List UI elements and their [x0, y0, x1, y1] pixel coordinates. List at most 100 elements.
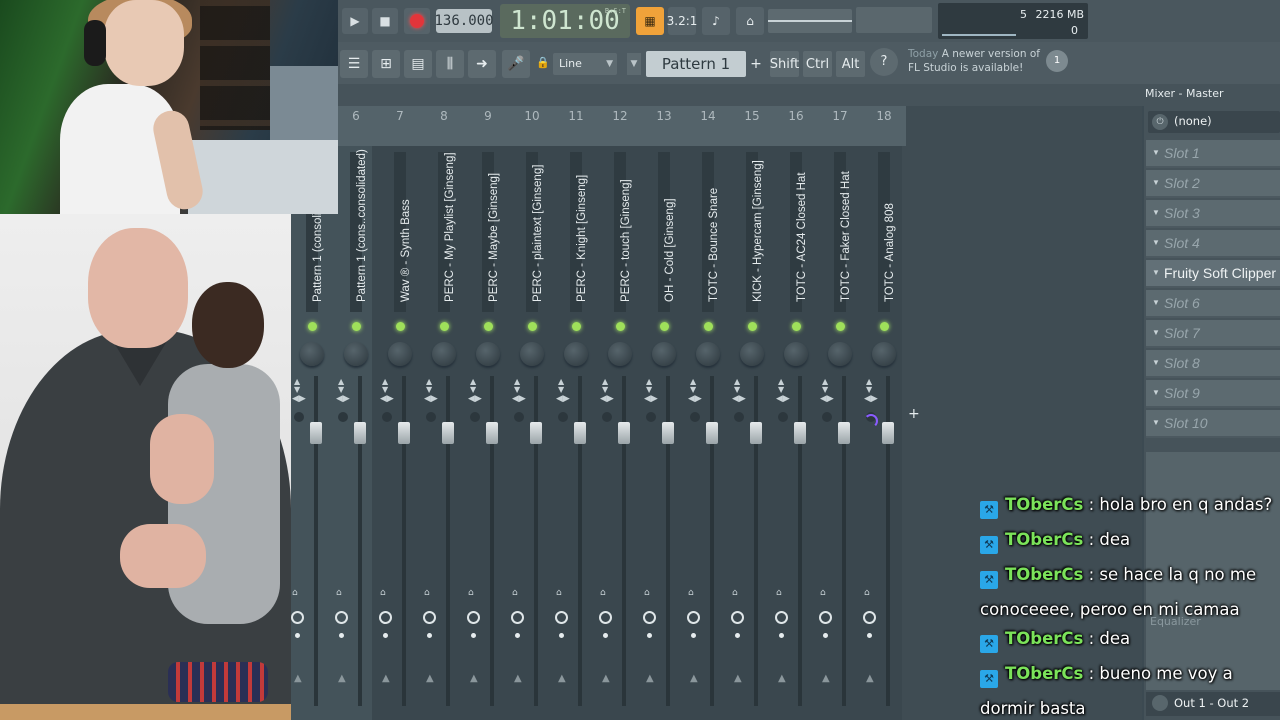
pattern-song-icon[interactable]: ▦	[636, 7, 664, 35]
effect-slot[interactable]: ▼ Fruity Soft Clipper	[1146, 260, 1280, 288]
route-clock-icon[interactable]	[775, 611, 788, 624]
wait-icon[interactable]: ♪	[702, 7, 730, 35]
update-icon[interactable]: 1	[1046, 50, 1068, 72]
effect-slot[interactable]: ▼ Slot 2	[1146, 170, 1280, 198]
effect-slot[interactable]: ▼ Slot 8	[1146, 350, 1280, 378]
send-icon[interactable]: ⌂	[468, 588, 478, 600]
effect-slot[interactable]: ▼ Slot 7	[1146, 320, 1280, 348]
up-down-arrows-icon[interactable]: ▲ ▼	[470, 378, 476, 394]
volume-fader[interactable]	[310, 422, 322, 444]
route-clock-icon[interactable]	[379, 611, 392, 624]
send-icon[interactable]: ⌂	[776, 588, 786, 600]
track-enable-led[interactable]	[616, 322, 625, 331]
route-dot[interactable]	[427, 633, 432, 638]
route-clock-icon[interactable]	[467, 611, 480, 624]
route-arrow-icon[interactable]: ▲	[426, 673, 434, 684]
effect-slot[interactable]: ▼ Slot 10	[1146, 410, 1280, 438]
up-down-arrows-icon[interactable]: ▲ ▼	[822, 378, 828, 394]
up-down-arrows-icon[interactable]: ▲ ▼	[602, 378, 608, 394]
track-number[interactable]: 6	[334, 106, 378, 146]
up-down-arrows-icon[interactable]: ▲ ▼	[338, 378, 344, 394]
send-icon[interactable]: ⌂	[424, 588, 434, 600]
stereo-knob[interactable]	[514, 412, 524, 422]
route-arrow-icon[interactable]: ▲	[338, 673, 346, 684]
pan-knob[interactable]	[608, 342, 632, 366]
track-enable-led[interactable]	[792, 322, 801, 331]
route-dot[interactable]	[647, 633, 652, 638]
track-enable-led[interactable]	[880, 322, 889, 331]
track-number[interactable]: 7	[378, 106, 422, 146]
pan-knob[interactable]	[652, 342, 676, 366]
stereo-separation-icon[interactable]: ◀▶	[864, 394, 878, 404]
pan-knob[interactable]	[696, 342, 720, 366]
pan-knob[interactable]	[476, 342, 500, 366]
mixer-track[interactable]: TOTC - Bounce Snare ▲ ▼ ◀▶ ⌂ ▲	[686, 146, 730, 720]
volume-fader[interactable]	[838, 422, 850, 444]
snap-select[interactable]: Line ▼	[553, 53, 617, 75]
track-enable-led[interactable]	[440, 322, 449, 331]
route-arrow-icon[interactable]: ▲	[382, 673, 390, 684]
stop-icon[interactable]: ■	[372, 8, 398, 34]
track-enable-led[interactable]	[484, 322, 493, 331]
mixer-track[interactable]: Pattern 1 (cons..consolidated) ▲ ▼ ◀▶ ⌂ ▲	[334, 146, 378, 720]
up-down-arrows-icon[interactable]: ▲ ▼	[734, 378, 740, 394]
add-pattern-button[interactable]: +	[748, 51, 764, 77]
route-clock-icon[interactable]	[555, 611, 568, 624]
route-clock-icon[interactable]	[863, 611, 876, 624]
up-down-arrows-icon[interactable]: ▲ ▼	[558, 378, 564, 394]
route-clock-icon[interactable]	[687, 611, 700, 624]
route-arrow-icon[interactable]: ▲	[514, 673, 522, 684]
track-enable-led[interactable]	[660, 322, 669, 331]
route-dot[interactable]	[295, 633, 300, 638]
stereo-separation-icon[interactable]: ◀▶	[292, 394, 306, 404]
track-enable-led[interactable]	[396, 322, 405, 331]
send-icon[interactable]: ⌂	[336, 588, 346, 600]
up-down-arrows-icon[interactable]: ▲ ▼	[866, 378, 872, 394]
stereo-knob[interactable]	[734, 412, 744, 422]
route-arrow-icon[interactable]: ▲	[294, 673, 302, 684]
pattern-dropdown[interactable]: ▼	[627, 53, 641, 75]
track-number[interactable]: 16	[774, 106, 818, 146]
send-icon[interactable]: ⌂	[864, 588, 874, 600]
send-icon[interactable]: ⌂	[644, 588, 654, 600]
stereo-separation-icon[interactable]: ◀▶	[688, 394, 702, 404]
tempo-display[interactable]: 136.000	[435, 9, 494, 33]
channel-rack-icon[interactable]: ▤	[404, 50, 432, 78]
stereo-separation-icon[interactable]: ◀▶	[512, 394, 526, 404]
track-enable-led[interactable]	[352, 322, 361, 331]
stereo-knob[interactable]	[470, 412, 480, 422]
arrow-right-icon[interactable]: ➜	[468, 50, 496, 78]
volume-fader[interactable]	[442, 422, 454, 444]
stereo-knob[interactable]	[294, 412, 304, 422]
volume-fader[interactable]	[662, 422, 674, 444]
playlist-icon[interactable]: ☰	[340, 50, 368, 78]
track-enable-led[interactable]	[704, 322, 713, 331]
mixer-track[interactable]: Wav ® - Synth Bass ▲ ▼ ◀▶ ⌂ ▲	[378, 146, 422, 720]
up-down-arrows-icon[interactable]: ▲ ▼	[646, 378, 652, 394]
song-position-slider[interactable]	[768, 9, 852, 33]
route-dot[interactable]	[471, 633, 476, 638]
route-arrow-icon[interactable]: ▲	[646, 673, 654, 684]
send-icon[interactable]: ⌂	[600, 588, 610, 600]
volume-fader[interactable]	[706, 422, 718, 444]
track-number[interactable]: 18	[862, 106, 906, 146]
stereo-separation-icon[interactable]: ◀▶	[732, 394, 746, 404]
volume-fader[interactable]	[618, 422, 630, 444]
send-icon[interactable]: ⌂	[688, 588, 698, 600]
stereo-knob[interactable]	[778, 412, 788, 422]
track-enable-led[interactable]	[748, 322, 757, 331]
route-dot[interactable]	[691, 633, 696, 638]
song-time-display[interactable]: 1:01:00 B:S:T	[500, 4, 630, 38]
route-arrow-icon[interactable]: ▲	[822, 673, 830, 684]
route-clock-icon[interactable]	[819, 611, 832, 624]
mixer-track[interactable]: TOTC - AC24 Closed Hat ▲ ▼ ◀▶ ⌂ ▲	[774, 146, 818, 720]
stereo-separation-icon[interactable]: ◀▶	[820, 394, 834, 404]
input-select[interactable]: ⏻ (none)	[1148, 111, 1280, 133]
mixer-track[interactable]: PERC - touch [Ginseng] ▲ ▼ ◀▶ ⌂ ▲	[598, 146, 642, 720]
cpu-memory-monitor[interactable]: 5 2216 MB 0	[938, 3, 1088, 39]
track-number[interactable]: 11	[554, 106, 598, 146]
route-clock-icon[interactable]	[423, 611, 436, 624]
mixer-track[interactable]: OH - Cold [Ginseng] ▲ ▼ ◀▶ ⌂ ▲	[642, 146, 686, 720]
up-down-arrows-icon[interactable]: ▲ ▼	[778, 378, 784, 394]
stereo-separation-icon[interactable]: ◀▶	[644, 394, 658, 404]
